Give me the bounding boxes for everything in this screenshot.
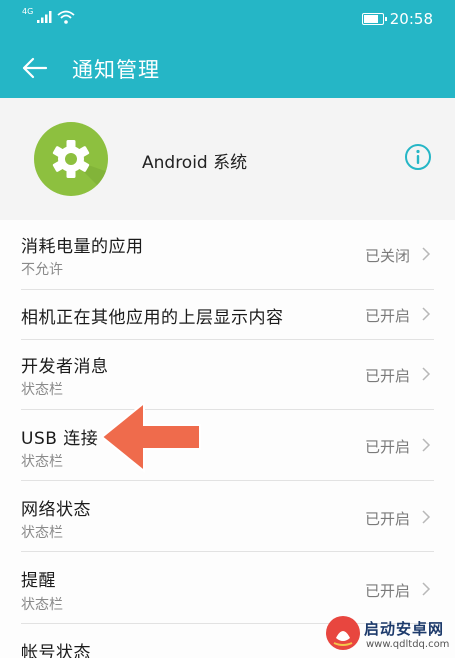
status-bar-left: 4G — [22, 7, 75, 24]
battery-icon — [361, 13, 387, 25]
network-type: 4G — [22, 7, 34, 16]
app-bar: 通知管理 — [0, 38, 455, 98]
list-item-subtitle: 状态栏 — [21, 454, 63, 470]
wifi-icon — [57, 10, 75, 24]
list-item-title: 开发者消息 — [21, 357, 109, 377]
page-title: 通知管理 — [72, 58, 160, 82]
chevron-right-icon — [422, 510, 431, 524]
gear-icon — [34, 122, 108, 196]
list-item-status: 已开启 — [364, 367, 410, 385]
list-item-status: 已开启 — [364, 582, 410, 600]
app-name: Android 系统 — [142, 153, 248, 173]
list-item-subtitle: 状态栏 — [21, 382, 63, 398]
watermark: 启动安卓网 www.qdltdq.com — [320, 612, 452, 656]
list-item-status: 已开启 — [364, 307, 410, 325]
arrow-left-icon[interactable] — [20, 56, 48, 80]
list-item-title: 消耗电量的应用 — [21, 237, 144, 257]
watermark-url: www.qdltdq.com — [366, 639, 450, 650]
list-item-usb-connection[interactable]: USB 连接 状态栏 已开启 — [0, 410, 455, 481]
list-item-developer-messages[interactable]: 开发者消息 状态栏 已开启 — [0, 340, 455, 410]
app-header: Android 系统 — [0, 98, 455, 220]
list-item-title: USB 连接 — [21, 429, 99, 449]
chevron-right-icon — [422, 367, 431, 381]
signal-icon — [37, 11, 52, 23]
list-item-power-consuming-apps[interactable]: 消耗电量的应用 不允许 已关闭 — [0, 220, 455, 290]
list-item-network-status[interactable]: 网络状态 状态栏 已开启 — [0, 481, 455, 552]
chevron-right-icon — [422, 582, 431, 596]
list-item-camera-overlay[interactable]: 相机正在其他应用的上层显示内容 已开启 — [0, 290, 455, 340]
list-item-status: 已开启 — [364, 438, 410, 456]
info-icon[interactable] — [404, 143, 432, 171]
chevron-right-icon — [422, 438, 431, 452]
list-item-title: 网络状态 — [21, 500, 91, 520]
list-item-subtitle: 不允许 — [21, 262, 63, 278]
annotation-arrow — [100, 400, 201, 474]
list-item-status: 已关闭 — [364, 247, 410, 265]
list-item-subtitle: 状态栏 — [21, 597, 63, 613]
list-item-title: 相机正在其他应用的上层显示内容 — [21, 308, 284, 328]
chevron-right-icon — [422, 307, 431, 321]
clock: 20:58 — [389, 10, 433, 28]
status-bar: 4G 20:58 — [0, 0, 455, 38]
watermark-logo-icon — [326, 616, 360, 650]
list-item-title: 提醒 — [21, 571, 56, 591]
list-item-title: 帐号状态 — [21, 643, 91, 658]
notification-settings-list: 消耗电量的应用 不允许 已关闭 相机正在其他应用的上层显示内容 已开启 开发者消… — [0, 220, 455, 658]
chevron-right-icon — [422, 247, 431, 261]
list-item-subtitle: 状态栏 — [21, 525, 63, 541]
list-item-status: 已开启 — [364, 510, 410, 528]
watermark-title: 启动安卓网 — [364, 620, 445, 638]
status-bar-right: 20:58 — [361, 10, 433, 28]
